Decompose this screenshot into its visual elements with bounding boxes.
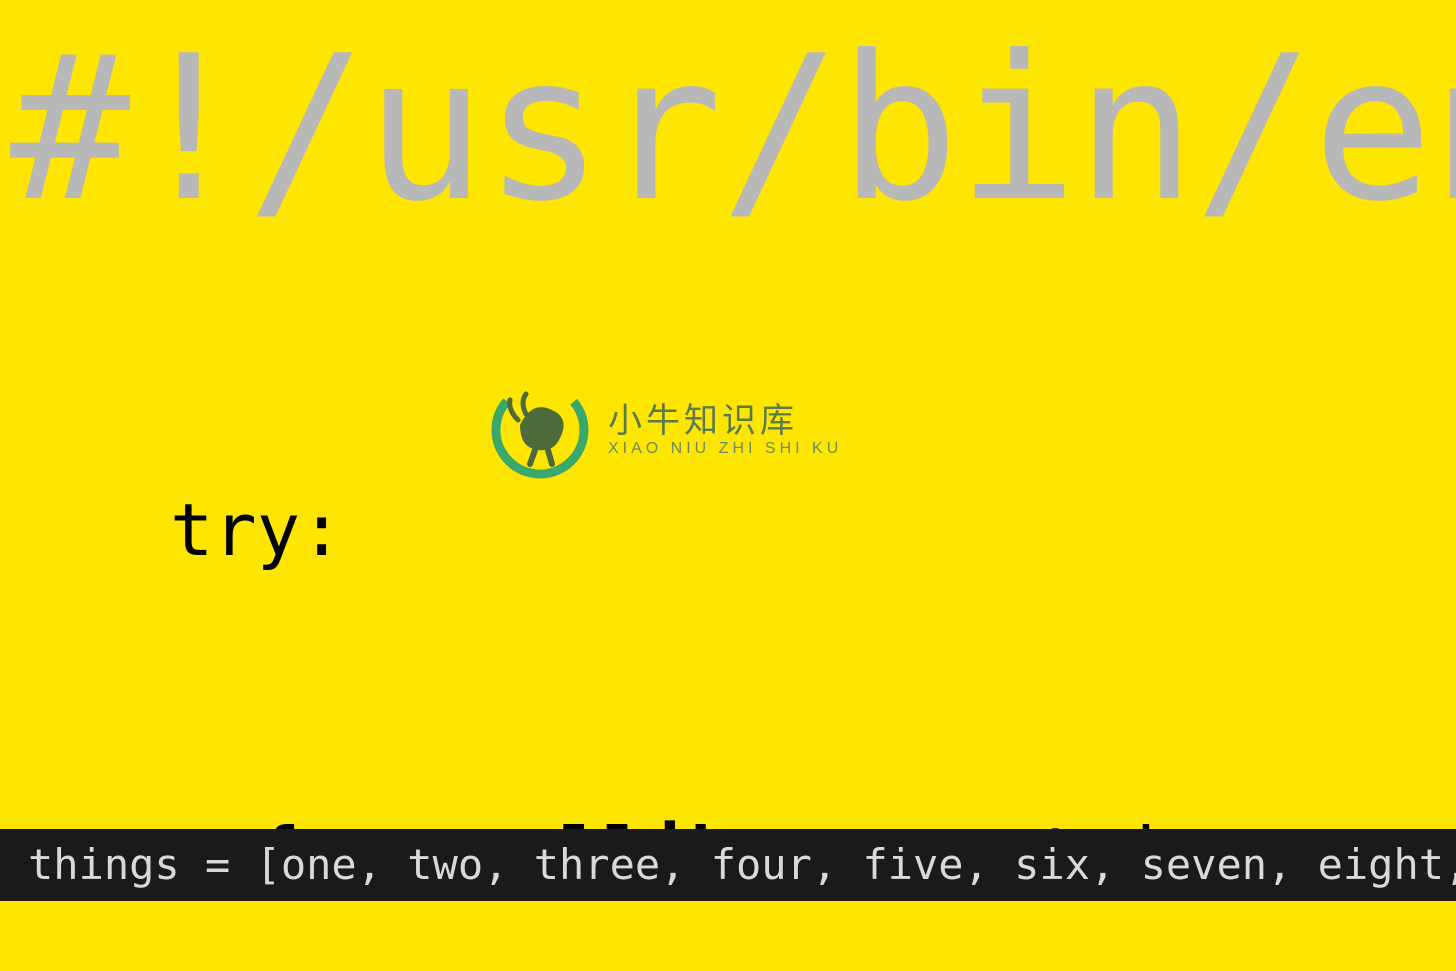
code-line-try: try:: [170, 476, 1456, 584]
bottom-code-bar: things = [one, two, three, four, five, s…: [0, 829, 1456, 901]
shebang-line: #!/usr/bin/env: [10, 30, 1456, 230]
